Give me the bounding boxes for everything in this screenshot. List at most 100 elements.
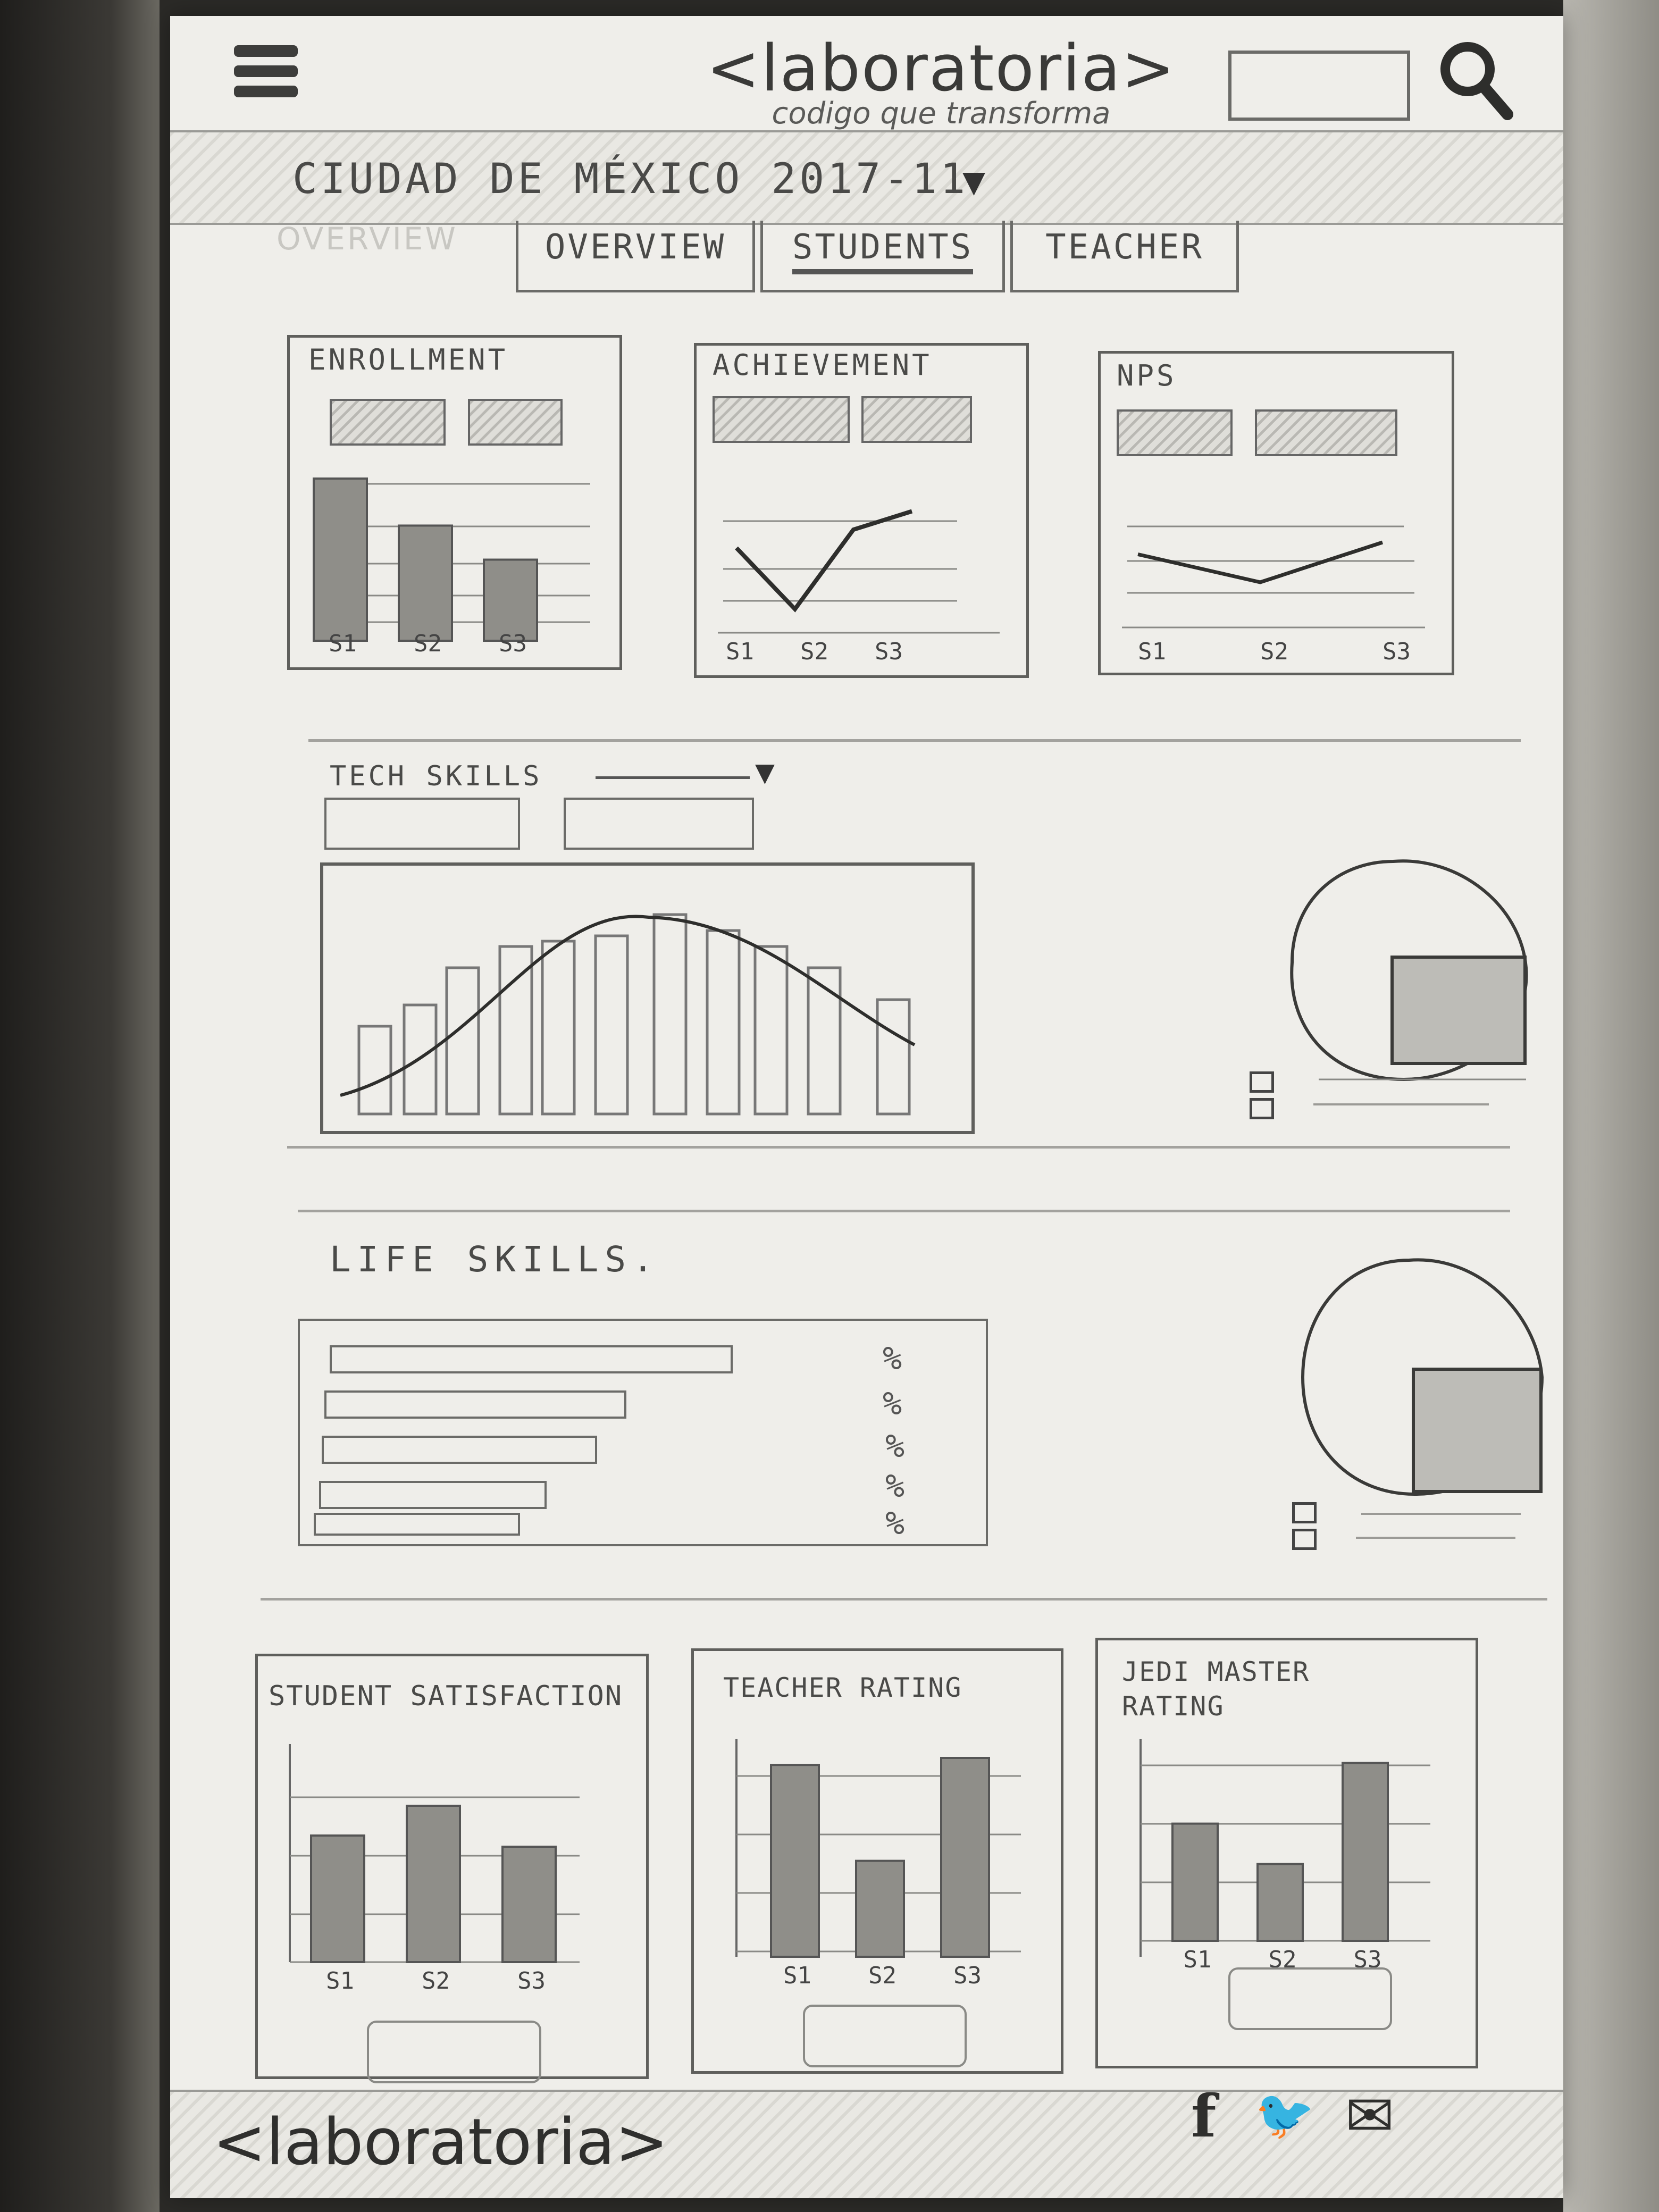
life-skills-bar: [319, 1481, 547, 1509]
life-skills-bar: [322, 1436, 597, 1464]
mail-icon[interactable]: ✉: [1345, 2082, 1394, 2150]
nps-stat-1: [1117, 409, 1233, 456]
bar-s2: [406, 1805, 461, 1963]
life-skills-legend-swatch-1: [1292, 1502, 1317, 1523]
achievement-line-chart: S1 S2 S3: [718, 509, 1000, 665]
life-skills-percent: %: [885, 1428, 905, 1465]
region-label: CIUDAD DE MÉXICO 2017-11: [292, 155, 969, 203]
tick-label-s1: S1: [726, 638, 754, 665]
tick-label-s2: S2: [422, 1967, 450, 1994]
bar-s1: [770, 1764, 820, 1958]
tech-skills-filter-1[interactable]: [324, 798, 520, 850]
life-skills-percent: %: [885, 1468, 905, 1505]
tick-label-s2: S2: [414, 630, 442, 654]
desk-background-right: [1563, 0, 1659, 2212]
achievement-title: ACHIEVEMENT: [713, 348, 932, 382]
desk-background-left: [0, 0, 160, 2212]
teacher-rating-button[interactable]: [803, 2005, 967, 2067]
jedi-master-rating-button[interactable]: [1228, 1967, 1392, 2030]
tab-students[interactable]: STUDENTS: [760, 221, 1005, 292]
facebook-icon[interactable]: f: [1191, 2082, 1216, 2150]
section-divider: [261, 1598, 1547, 1601]
bar-s1: [1171, 1822, 1219, 1942]
sketch-paper: <laboratoria> codigo que transforma CIUD…: [170, 16, 1563, 2198]
tick-label-s2: S2: [1260, 638, 1288, 665]
jedi-master-rating-title-line2: RATING: [1122, 1691, 1225, 1722]
enrollment-stat-1: [330, 399, 446, 446]
jedi-master-rating-title-line1: JEDI MASTER: [1122, 1656, 1310, 1687]
hamburger-menu-icon[interactable]: [234, 45, 298, 109]
tick-label-s3: S3: [517, 1967, 546, 1994]
bar-s2: [855, 1859, 905, 1958]
tick-label-s3: S3: [1382, 638, 1411, 665]
teacher-rating-bar-chart: S1 S2 S3: [735, 1739, 1021, 1989]
search-input[interactable]: [1228, 51, 1410, 121]
bar-s2: [1256, 1863, 1304, 1942]
achievement-stat-2: [861, 396, 972, 443]
tech-skills-select-line[interactable]: [596, 776, 750, 779]
bar-s1: [310, 1834, 365, 1963]
tab-teacher-label: TEACHER: [1045, 228, 1204, 267]
tech-skills-dropdown-caret-icon[interactable]: ▼: [755, 758, 775, 787]
life-skills-pie-chart: [1301, 1258, 1544, 1496]
bar-s3: [501, 1846, 557, 1963]
tech-skills-title: TECH SKILLS: [330, 760, 542, 792]
student-satisfaction-bar-chart: S1 S2 S3: [289, 1744, 580, 1994]
nps-stat-2: [1255, 409, 1397, 456]
bar-s1: [313, 477, 368, 642]
life-skills-bar: [324, 1390, 626, 1419]
tick-label-s2: S2: [800, 638, 828, 665]
bar-s3: [1342, 1762, 1389, 1942]
tab-overview[interactable]: OVERVIEW: [516, 221, 755, 292]
teacher-rating-title: TEACHER RATING: [723, 1672, 962, 1703]
tick-label-s3: S3: [875, 638, 903, 665]
tick-label-s1: S1: [326, 1967, 354, 1994]
section-divider: [287, 1146, 1510, 1149]
line-series: [1137, 540, 1384, 584]
student-satisfaction-title: STUDENT SATISFACTION: [269, 1680, 623, 1712]
life-skills-bar: [314, 1513, 520, 1536]
tab-overview-label: OVERVIEW: [544, 228, 726, 267]
tech-skills-legend-line: [1313, 1103, 1489, 1105]
achievement-stat-1: [713, 396, 850, 443]
life-skills-percent: %: [885, 1505, 905, 1542]
logo-main-text: <laboratoria>: [706, 32, 1176, 106]
tab-teacher[interactable]: TEACHER: [1010, 221, 1239, 292]
life-skills-legend-line: [1361, 1513, 1521, 1515]
enrollment-title: ENROLLMENT: [308, 343, 508, 376]
life-skills-percent: %: [883, 1340, 902, 1377]
life-skills-bar: [330, 1345, 733, 1373]
tech-skills-histogram: [320, 862, 975, 1134]
life-skills-legend-line: [1356, 1537, 1515, 1539]
tick-label-s1: S1: [1138, 638, 1166, 665]
section-divider: [298, 1210, 1510, 1212]
line-series: [735, 509, 913, 613]
tech-skills-legend-swatch-2: [1250, 1098, 1274, 1119]
jedi-master-rating-bar-chart: S1 S2 S3: [1139, 1739, 1430, 1973]
tech-skills-filter-2[interactable]: [564, 798, 754, 850]
tick-label-s3: S3: [953, 1962, 982, 1989]
search-icon[interactable]: [1436, 37, 1515, 122]
footer-logo[interactable]: <laboratoria>: [213, 2106, 668, 2180]
bar-s3: [483, 558, 538, 642]
tech-skills-pie-chart: [1290, 859, 1528, 1082]
nps-title: NPS: [1117, 359, 1177, 392]
nps-line-chart: S1 S2 S3: [1122, 525, 1425, 665]
twitter-icon[interactable]: 🐦: [1255, 2087, 1314, 2143]
brand-logo: <laboratoria> codigo que transforma: [649, 32, 1234, 131]
region-dropdown-caret-icon[interactable]: ▼: [962, 165, 985, 199]
life-skills-percent: %: [883, 1385, 902, 1422]
bar-s2: [398, 524, 453, 642]
student-satisfaction-button[interactable]: [367, 2021, 541, 2083]
tick-label-s2: S2: [868, 1962, 896, 1989]
enrollment-stat-2: [468, 399, 563, 446]
bar-s3: [940, 1757, 990, 1958]
tab-overview-erased: OVERVIEW: [276, 221, 458, 257]
life-skills-legend-swatch-2: [1292, 1529, 1317, 1550]
enrollment-bar-chart: S1 S2 S3: [313, 477, 590, 654]
tick-label-s3: S3: [499, 630, 527, 654]
tick-label-s1: S1: [1184, 1946, 1212, 1973]
tick-label-s1: S1: [329, 630, 357, 654]
tick-label-s1: S1: [783, 1962, 811, 1989]
tab-students-label: STUDENTS: [792, 228, 974, 274]
